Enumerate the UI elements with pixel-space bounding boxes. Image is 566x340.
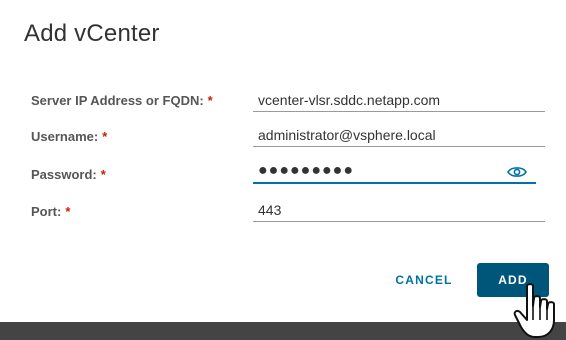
password-label-text: Password:: [31, 167, 97, 182]
port-input[interactable]: [253, 198, 545, 222]
username-label-text: Username:: [31, 129, 99, 144]
password-input[interactable]: [253, 160, 536, 184]
add-vcenter-dialog: Add vCenter Server IP Address or FQDN: * …: [0, 0, 566, 322]
cancel-button[interactable]: CANCEL: [381, 263, 467, 297]
port-required-mark: *: [65, 204, 71, 219]
username-required-mark: *: [102, 129, 108, 144]
port-label-text: Port:: [31, 204, 62, 219]
password-label: Password: *: [31, 167, 106, 182]
port-label: Port: *: [31, 204, 70, 219]
server-address-input[interactable]: [253, 88, 545, 112]
eye-icon[interactable]: [507, 164, 527, 180]
username-label: Username: *: [31, 129, 107, 144]
dialog-title: Add vCenter: [24, 20, 160, 47]
server-required-mark: *: [207, 93, 213, 108]
server-label: Server IP Address or FQDN: *: [31, 93, 213, 108]
server-label-text: Server IP Address or FQDN:: [31, 93, 204, 108]
hand-pointer-cursor-icon: [513, 283, 555, 338]
backdrop-overlay: [0, 322, 566, 340]
username-input[interactable]: [253, 123, 545, 147]
password-required-mark: *: [100, 167, 106, 182]
